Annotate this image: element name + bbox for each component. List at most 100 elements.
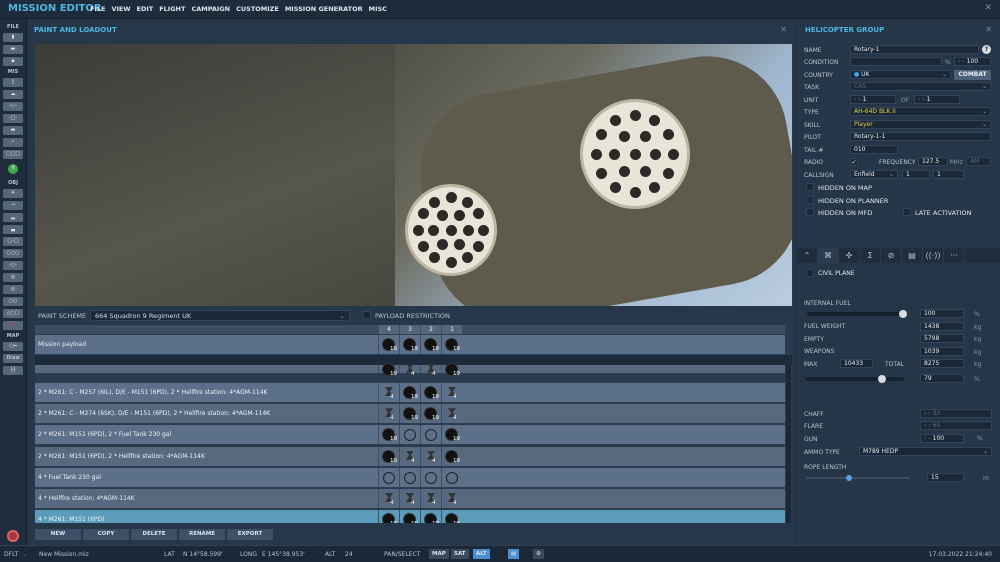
key-icon[interactable]: ○━ (3, 341, 23, 351)
station-cell[interactable]: 4 (441, 404, 462, 424)
rope-length-input[interactable]: 15 (927, 473, 964, 482)
station-cell[interactable]: 19 (378, 335, 399, 354)
menu-view[interactable]: VIEW (111, 5, 130, 13)
weather-icon[interactable]: ☁ (3, 89, 23, 99)
map-view-button[interactable]: MAP (429, 549, 449, 559)
open-file-icon[interactable]: ▬ (3, 44, 23, 54)
template-icon[interactable]: △○□ (3, 308, 23, 318)
close-icon[interactable]: ✕ (780, 25, 787, 34)
modulation-select[interactable]: AM (966, 157, 991, 166)
table-row[interactable]: 2 * M261: C - M274 (6SK), D/E - M151 (6P… (35, 404, 785, 425)
country-select[interactable]: ● UK ⌄ (850, 70, 951, 79)
station-cell[interactable]: 19 (378, 446, 399, 466)
gun-stepper[interactable]: ‹ › 100 (920, 434, 964, 443)
rope-length-slider[interactable] (806, 475, 910, 481)
table-row[interactable]: 4 * Hellfire station: 4*AGM-114K 4 4 4 4 (35, 489, 785, 509)
tab-radio-icon[interactable]: ((·)) (923, 248, 944, 263)
callsign-select[interactable]: Enfield ⌄ (850, 170, 898, 179)
menu-flight[interactable]: FLIGHT (159, 5, 185, 13)
ship-icon[interactable]: ▂ (3, 212, 23, 222)
radio-checkbox[interactable]: ✓ (850, 158, 858, 166)
station-cell[interactable]: 19 (378, 363, 399, 377)
callsign-number-1[interactable]: 1 (902, 170, 930, 179)
group-icon[interactable]: ○○○ (3, 248, 23, 258)
slider-handle[interactable] (878, 375, 886, 383)
vehicle-icon[interactable]: ▃ (3, 224, 23, 234)
station-cell[interactable]: 19 (378, 510, 399, 523)
window-close-icon[interactable]: ✕ (984, 3, 992, 13)
ruler-icon[interactable]: ├┤ (3, 365, 23, 375)
station-cell[interactable]: 4 (420, 446, 441, 466)
skill-select[interactable]: Player ⌄ (850, 120, 991, 129)
payload-restriction-checkbox[interactable] (363, 311, 371, 319)
late-activation-checkbox[interactable] (903, 208, 911, 216)
station-cell[interactable] (399, 425, 420, 445)
condition-input[interactable] (850, 57, 942, 66)
up-arrow-icon[interactable]: ↑ (8, 164, 18, 174)
station-cell[interactable] (378, 467, 399, 487)
help-icon[interactable]: ? (982, 45, 991, 54)
station-cell[interactable]: 4 (420, 489, 441, 508)
station-cell[interactable]: 19 (399, 404, 420, 424)
table-row[interactable]: 4 * M261: M151 (6PD) 19 19 19 19 (35, 510, 785, 523)
station-cell[interactable]: 19 (441, 425, 462, 445)
tab-summary-icon[interactable]: Σ (860, 248, 881, 263)
profile-select[interactable]: DFLT (4, 551, 18, 558)
tab-properties-icon[interactable]: ▤ (902, 248, 923, 263)
hidden-on-planner-checkbox[interactable] (806, 196, 814, 204)
export-button[interactable]: EXPORT (227, 529, 273, 540)
task-select[interactable]: CAS ⌄ (850, 82, 991, 91)
waypoint-icon[interactable]: -○- (3, 260, 23, 270)
rename-button[interactable]: RENAME (179, 529, 225, 540)
station-cell[interactable]: 19 (399, 383, 420, 402)
new-button[interactable]: NEW (35, 529, 81, 540)
station-cell[interactable]: 19 (441, 363, 462, 377)
slider-handle[interactable] (899, 310, 907, 318)
trigger-zone-icon[interactable]: -□- (3, 113, 23, 123)
station-cell[interactable]: 4 (378, 489, 399, 508)
station-cell[interactable] (441, 467, 462, 487)
frequency-input[interactable]: 127.5 (918, 157, 948, 166)
airplane-icon[interactable]: ✈ (3, 188, 23, 198)
briefing-icon[interactable]: ▯ (3, 77, 23, 87)
hidden-on-map-checkbox[interactable] (806, 183, 814, 191)
new-file-icon[interactable]: ▮ (3, 32, 23, 42)
slider-handle[interactable] (846, 475, 852, 481)
check-icon[interactable]: ✓ (3, 137, 23, 147)
flare-stepper[interactable]: ‹ › 60 (920, 421, 992, 430)
table-row[interactable]: Mission payload 19 19 19 19 (35, 335, 785, 355)
menu-customize[interactable]: CUSTOMIZE (236, 5, 279, 13)
station-cell[interactable]: 4 (420, 363, 441, 377)
civil-plane-checkbox[interactable] (806, 269, 814, 277)
zone-icon[interactable]: ◎ (3, 284, 23, 294)
menu-edit[interactable]: EDIT (137, 5, 154, 13)
station-cell[interactable]: 4 (441, 383, 462, 402)
copy-button[interactable]: COPY (83, 529, 129, 540)
station-cell[interactable]: 19 (420, 404, 441, 424)
station-cell[interactable]: 19 (441, 446, 462, 466)
station-cell[interactable]: 19 (420, 335, 441, 354)
table-row[interactable]: 2 * M261: M151 (6PD), 2 * Hellfire stati… (35, 446, 785, 467)
station-cell[interactable]: 4 (399, 363, 420, 377)
tab-route-icon[interactable]: ⌃ (797, 248, 818, 263)
mission-goals-icon[interactable]: ▬ (3, 125, 23, 135)
chaff-stepper[interactable]: ‹ › 30 (920, 409, 992, 418)
load-slider[interactable] (806, 375, 904, 383)
load-percent-input[interactable]: 79 (920, 374, 964, 383)
tab-failures-icon[interactable]: ⊘ (881, 248, 902, 263)
table-scrollbar[interactable] (786, 365, 791, 523)
delete-button[interactable]: DELETE (131, 529, 177, 540)
target-icon[interactable]: ◎ (3, 272, 23, 282)
station-cell[interactable]: 4 (399, 489, 420, 508)
tab-loadout-icon[interactable]: ⌘ (818, 248, 839, 263)
settings-icon[interactable]: ⚙ (533, 549, 544, 559)
station-cell[interactable]: 19 (420, 383, 441, 402)
close-icon[interactable]: ✕ (985, 25, 992, 34)
tab-more-icon[interactable]: ··· (944, 248, 965, 263)
station-cell[interactable] (420, 467, 441, 487)
table-row[interactable]: 2 * M261: M151 (6PD), 2 * Fuel Tank 230 … (35, 425, 785, 446)
resources-icon[interactable]: □□□ (3, 149, 23, 159)
tab-paint-icon[interactable]: ✣ (839, 248, 860, 263)
station-cell[interactable]: 4 (441, 489, 462, 508)
station-cell[interactable]: 19 (420, 510, 441, 523)
